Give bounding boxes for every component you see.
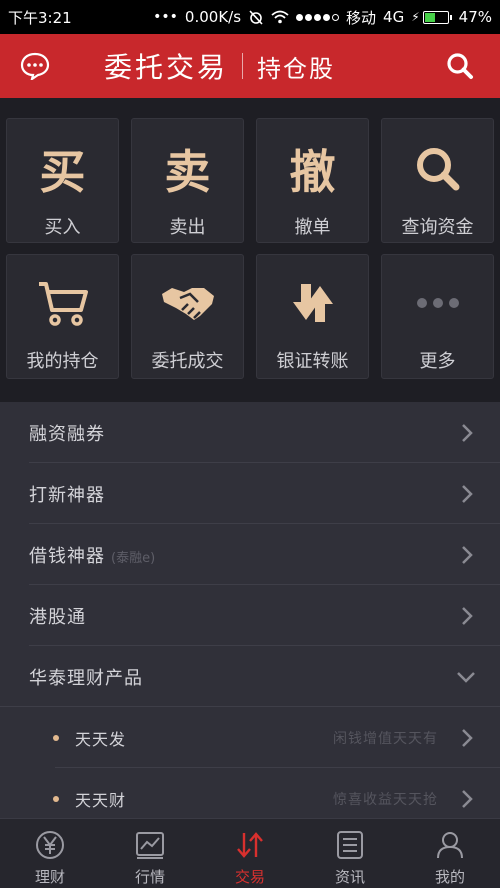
- menu-list: 融资融券 打新神器 借钱神器 (泰融e) 港股通 华泰理财产品 天天发 闲钱增值天…: [0, 402, 500, 818]
- cart-icon: [38, 282, 88, 326]
- tab-label: 交易: [234, 868, 265, 886]
- buy-glyph: 买: [39, 145, 86, 199]
- menu-item-wealth-products[interactable]: 华泰理财产品: [0, 646, 500, 707]
- menu-item-ipo-tool[interactable]: 打新神器: [0, 463, 500, 524]
- cancel-order-button[interactable]: 撤 撤单: [256, 118, 369, 243]
- tab-me[interactable]: 我的: [400, 819, 500, 888]
- sub-item-desc: 闲钱增值天天有: [333, 730, 438, 747]
- tab-market[interactable]: 行情: [100, 819, 200, 888]
- page-title: 委托交易: [104, 51, 229, 84]
- menu-item-label: 借钱神器 (泰融e): [29, 545, 156, 567]
- tab-news[interactable]: 资讯: [300, 819, 400, 888]
- function-grid: 买 买入 卖 卖出 撤 撤单 查询资金 我的持仓 委托成交 银证转账 更多: [0, 98, 500, 402]
- chevron-right-icon: [462, 729, 473, 747]
- network-type: 4G: [383, 8, 405, 26]
- title-divider: [242, 53, 244, 79]
- bullet-dot: [53, 734, 59, 741]
- menu-item-hk-connect[interactable]: 港股通: [0, 585, 500, 646]
- sub-item-desc: 惊喜收益天天抢: [333, 791, 438, 808]
- buy-button[interactable]: 买 买入: [6, 118, 119, 243]
- chart-icon: [136, 832, 164, 859]
- status-time: 下午3:21: [8, 8, 72, 27]
- tab-label: 行情: [134, 868, 165, 886]
- signal-strength-icon: [296, 13, 340, 21]
- carrier-name: 移动: [346, 8, 377, 27]
- battery-percent: 47%: [458, 8, 492, 26]
- cancel-order-label: 撤单: [294, 217, 331, 238]
- menu-item-hint: (泰融e): [111, 550, 156, 566]
- menu-item-label: 华泰理财产品: [29, 667, 143, 689]
- user-icon: [437, 832, 463, 859]
- menu-item-label: 融资融券: [29, 423, 105, 445]
- handshake-icon: [161, 288, 214, 320]
- search-icon[interactable]: [446, 52, 474, 80]
- tab-trade[interactable]: 交易: [200, 819, 300, 888]
- transfer-arrows-icon: [292, 284, 333, 322]
- more-button[interactable]: 更多: [381, 254, 494, 379]
- chevron-right-icon: [462, 790, 473, 808]
- status-bar: 下午3:21 ••• 0.00K/s 移动 4G ⚡ 47%: [0, 0, 500, 34]
- chevron-right-icon: [462, 546, 473, 564]
- alarm-off-icon: [249, 10, 263, 25]
- battery-icon: ⚡: [411, 10, 452, 24]
- buy-label: 买入: [44, 217, 81, 238]
- wifi-icon: [271, 10, 289, 24]
- network-speed: 0.00K/s: [184, 8, 242, 26]
- sell-label: 卖出: [169, 217, 206, 238]
- bank-transfer-button[interactable]: 银证转账: [256, 254, 369, 379]
- my-holdings-label: 我的持仓: [26, 351, 99, 372]
- menu-item-borrow-tool[interactable]: 借钱神器 (泰融e): [0, 524, 500, 585]
- more-dots-indicator: •••: [153, 9, 178, 25]
- chat-bubble-icon[interactable]: [20, 52, 50, 80]
- more-dots-icon: [416, 298, 459, 308]
- search-icon: [416, 148, 459, 191]
- tab-label: 资讯: [334, 868, 365, 886]
- more-label: 更多: [419, 351, 456, 372]
- tab-label: 我的: [434, 868, 465, 886]
- yen-coin-icon: [36, 831, 64, 859]
- chevron-right-icon: [462, 424, 473, 442]
- sub-item-tiantianfa[interactable]: 天天发 闲钱增值天天有: [0, 707, 500, 768]
- chevron-right-icon: [462, 485, 473, 503]
- tab-wealth[interactable]: 理财: [0, 819, 100, 888]
- bullet-dot: [53, 795, 59, 802]
- cancel-glyph: 撤: [289, 145, 336, 199]
- sub-item-label: 天天发: [75, 729, 127, 749]
- menu-item-label: 打新神器: [29, 484, 105, 506]
- bottom-tab-bar: 理财 行情 交易 资讯 我的: [0, 818, 500, 888]
- orders-trades-label: 委托成交: [151, 351, 224, 372]
- tab-label: 理财: [34, 868, 65, 886]
- menu-item-label: 港股通: [29, 606, 86, 628]
- sell-button[interactable]: 卖 卖出: [131, 118, 244, 243]
- bank-transfer-label: 银证转账: [276, 351, 349, 372]
- menu-item-margin-trading[interactable]: 融资融券: [0, 402, 500, 463]
- my-holdings-button[interactable]: 我的持仓: [6, 254, 119, 379]
- sell-glyph: 卖: [164, 145, 211, 199]
- app-header: 委托交易 持仓股: [0, 34, 500, 98]
- orders-trades-button[interactable]: 委托成交: [131, 254, 244, 379]
- query-funds-button[interactable]: 查询资金: [381, 118, 494, 243]
- news-list-icon: [337, 831, 363, 859]
- trade-arrows-icon: [237, 832, 263, 858]
- query-funds-label: 查询资金: [401, 217, 474, 238]
- holdings-tab-link[interactable]: 持仓股: [257, 49, 335, 84]
- chevron-right-icon: [462, 607, 473, 625]
- sub-item-label: 天天财: [75, 790, 127, 810]
- chevron-down-icon: [457, 672, 475, 683]
